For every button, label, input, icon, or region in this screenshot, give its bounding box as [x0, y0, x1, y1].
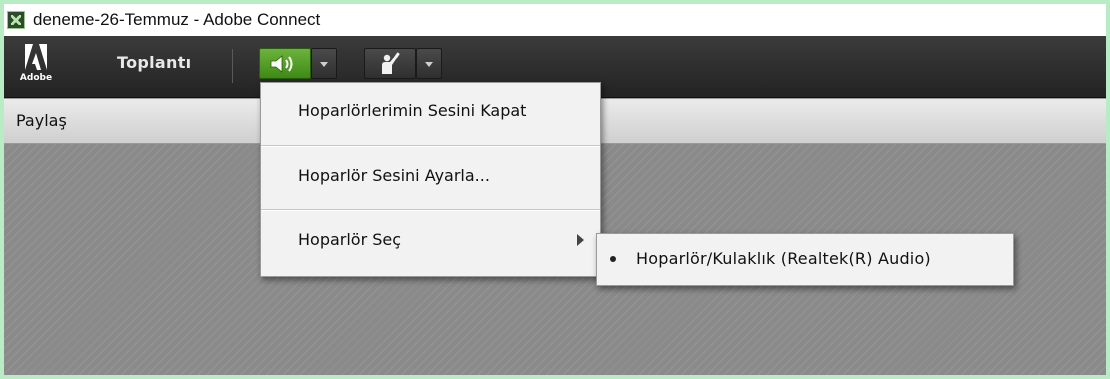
menu-item-adjust-speaker-volume[interactable]: Hoparlör Sesini Ayarla...: [261, 148, 600, 208]
menu-item-select-speaker[interactable]: Hoparlör Seç: [261, 212, 600, 272]
chevron-down-icon: [320, 61, 328, 67]
title-bar: deneme-26-Temmuz - Adobe Connect: [4, 4, 1106, 36]
chevron-right-icon: [577, 234, 584, 246]
menu-item-label: Hoparlörlerimin Sesini Kapat: [298, 101, 527, 120]
speaker-options-menu: Hoparlörlerimin Sesini Kapat Hoparlör Se…: [260, 82, 601, 277]
submenu-item-label: Hoparlör/Kulaklık (Realtek(R) Audio): [636, 249, 931, 268]
adobe-logo-icon: [25, 44, 47, 70]
window-title: deneme-26-Temmuz - Adobe Connect: [33, 10, 321, 29]
menu-divider: [261, 209, 600, 211]
speaker-icon: [270, 55, 293, 73]
menu-divider: [261, 145, 600, 147]
menu-divider: [232, 49, 233, 83]
speaker-select-submenu: Hoparlör/Kulaklık (Realtek(R) Audio): [596, 233, 1014, 286]
raise-hand-icon: [382, 52, 400, 74]
adobe-connect-app-icon: [7, 11, 25, 29]
raise-hand-options-dropdown[interactable]: [416, 48, 442, 79]
meeting-menu[interactable]: Toplantı: [117, 53, 191, 72]
chevron-down-icon: [425, 61, 433, 67]
speaker-button[interactable]: [259, 48, 311, 79]
menu-item-label: Hoparlör Sesini Ayarla...: [298, 166, 490, 185]
submenu-item-realtek-speaker[interactable]: Hoparlör/Kulaklık (Realtek(R) Audio): [597, 234, 1013, 285]
menu-item-mute-speakers[interactable]: Hoparlörlerimin Sesini Kapat: [261, 83, 600, 143]
app-window: deneme-26-Temmuz - Adobe Connect Adobe T…: [4, 4, 1106, 375]
speaker-options-dropdown[interactable]: [311, 48, 337, 79]
menu-item-label: Hoparlör Seç: [298, 230, 402, 249]
adobe-logo-text: Adobe: [19, 73, 53, 83]
raise-hand-button[interactable]: [364, 48, 416, 79]
selected-bullet-icon: [610, 256, 616, 262]
share-pod-title: Paylaş: [16, 111, 67, 130]
adobe-logo: Adobe: [16, 42, 56, 88]
